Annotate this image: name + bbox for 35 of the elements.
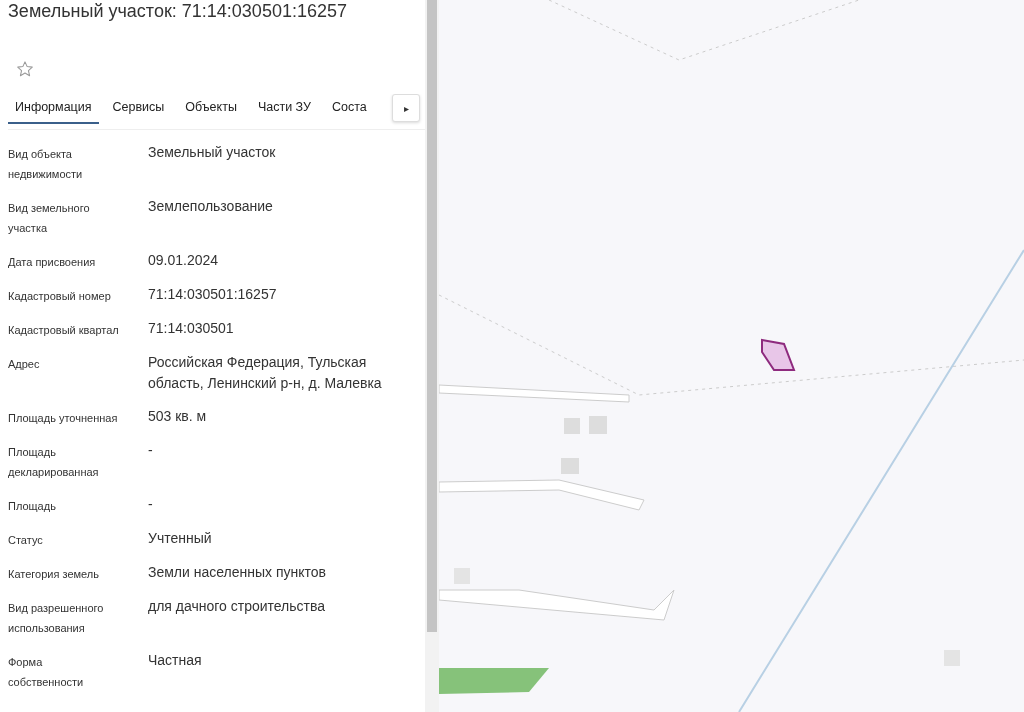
field-value: Частная	[147, 651, 203, 670]
field-value: 71:14:030501:16257	[147, 285, 278, 304]
panel-title: Земельный участок: 71:14:030501:16257	[7, 0, 348, 22]
tab[interactable]: Информация	[8, 94, 99, 124]
tab[interactable]: Соста	[325, 94, 374, 124]
field-value: 09.01.2024	[147, 251, 220, 270]
field-label: Вид объекта недвижимости	[8, 147, 84, 182]
next-tabs-button[interactable]: ▸	[392, 94, 420, 122]
field-label: Категория земель	[8, 567, 100, 582]
field-label: Вид земельного участка	[8, 201, 91, 236]
field-value: -	[147, 441, 154, 460]
field-label: Площадь	[8, 499, 57, 514]
field-value: Земли населенных пунктов	[147, 563, 328, 582]
field-label: Кадастровый номер	[8, 289, 112, 304]
star-icon	[16, 60, 34, 78]
field-value: 503 кв. м	[147, 407, 208, 426]
field-label: Вид разрешенного использования	[8, 601, 105, 636]
field-value: Российская Федерация, Тульская область, Ленинский р-н, д. Малевка	[147, 353, 383, 393]
scrollbar-thumb[interactable]	[427, 0, 437, 632]
field-label: Дата присвоения	[8, 255, 97, 270]
tab[interactable]: Объекты	[178, 94, 244, 124]
field-value: Учтенный	[147, 529, 213, 548]
field-value: Землепользование	[147, 197, 274, 216]
field-label: Кадастровый квартал	[8, 323, 120, 338]
field-value: 71:14:030501	[147, 319, 235, 338]
field-value: Земельный участок	[147, 143, 277, 162]
field-label: Площадь уточненная	[8, 411, 119, 426]
field-label: Форма собственности	[8, 655, 85, 690]
field-label: Адрес	[8, 357, 41, 372]
field-label: Площадь декларированная	[8, 445, 100, 480]
tab[interactable]: Сервисы	[105, 94, 172, 124]
field-value: -	[147, 495, 154, 514]
field-label: Статус	[8, 533, 44, 548]
field-value: для дачного строительства	[147, 597, 327, 616]
tab[interactable]: Части ЗУ	[250, 94, 318, 124]
